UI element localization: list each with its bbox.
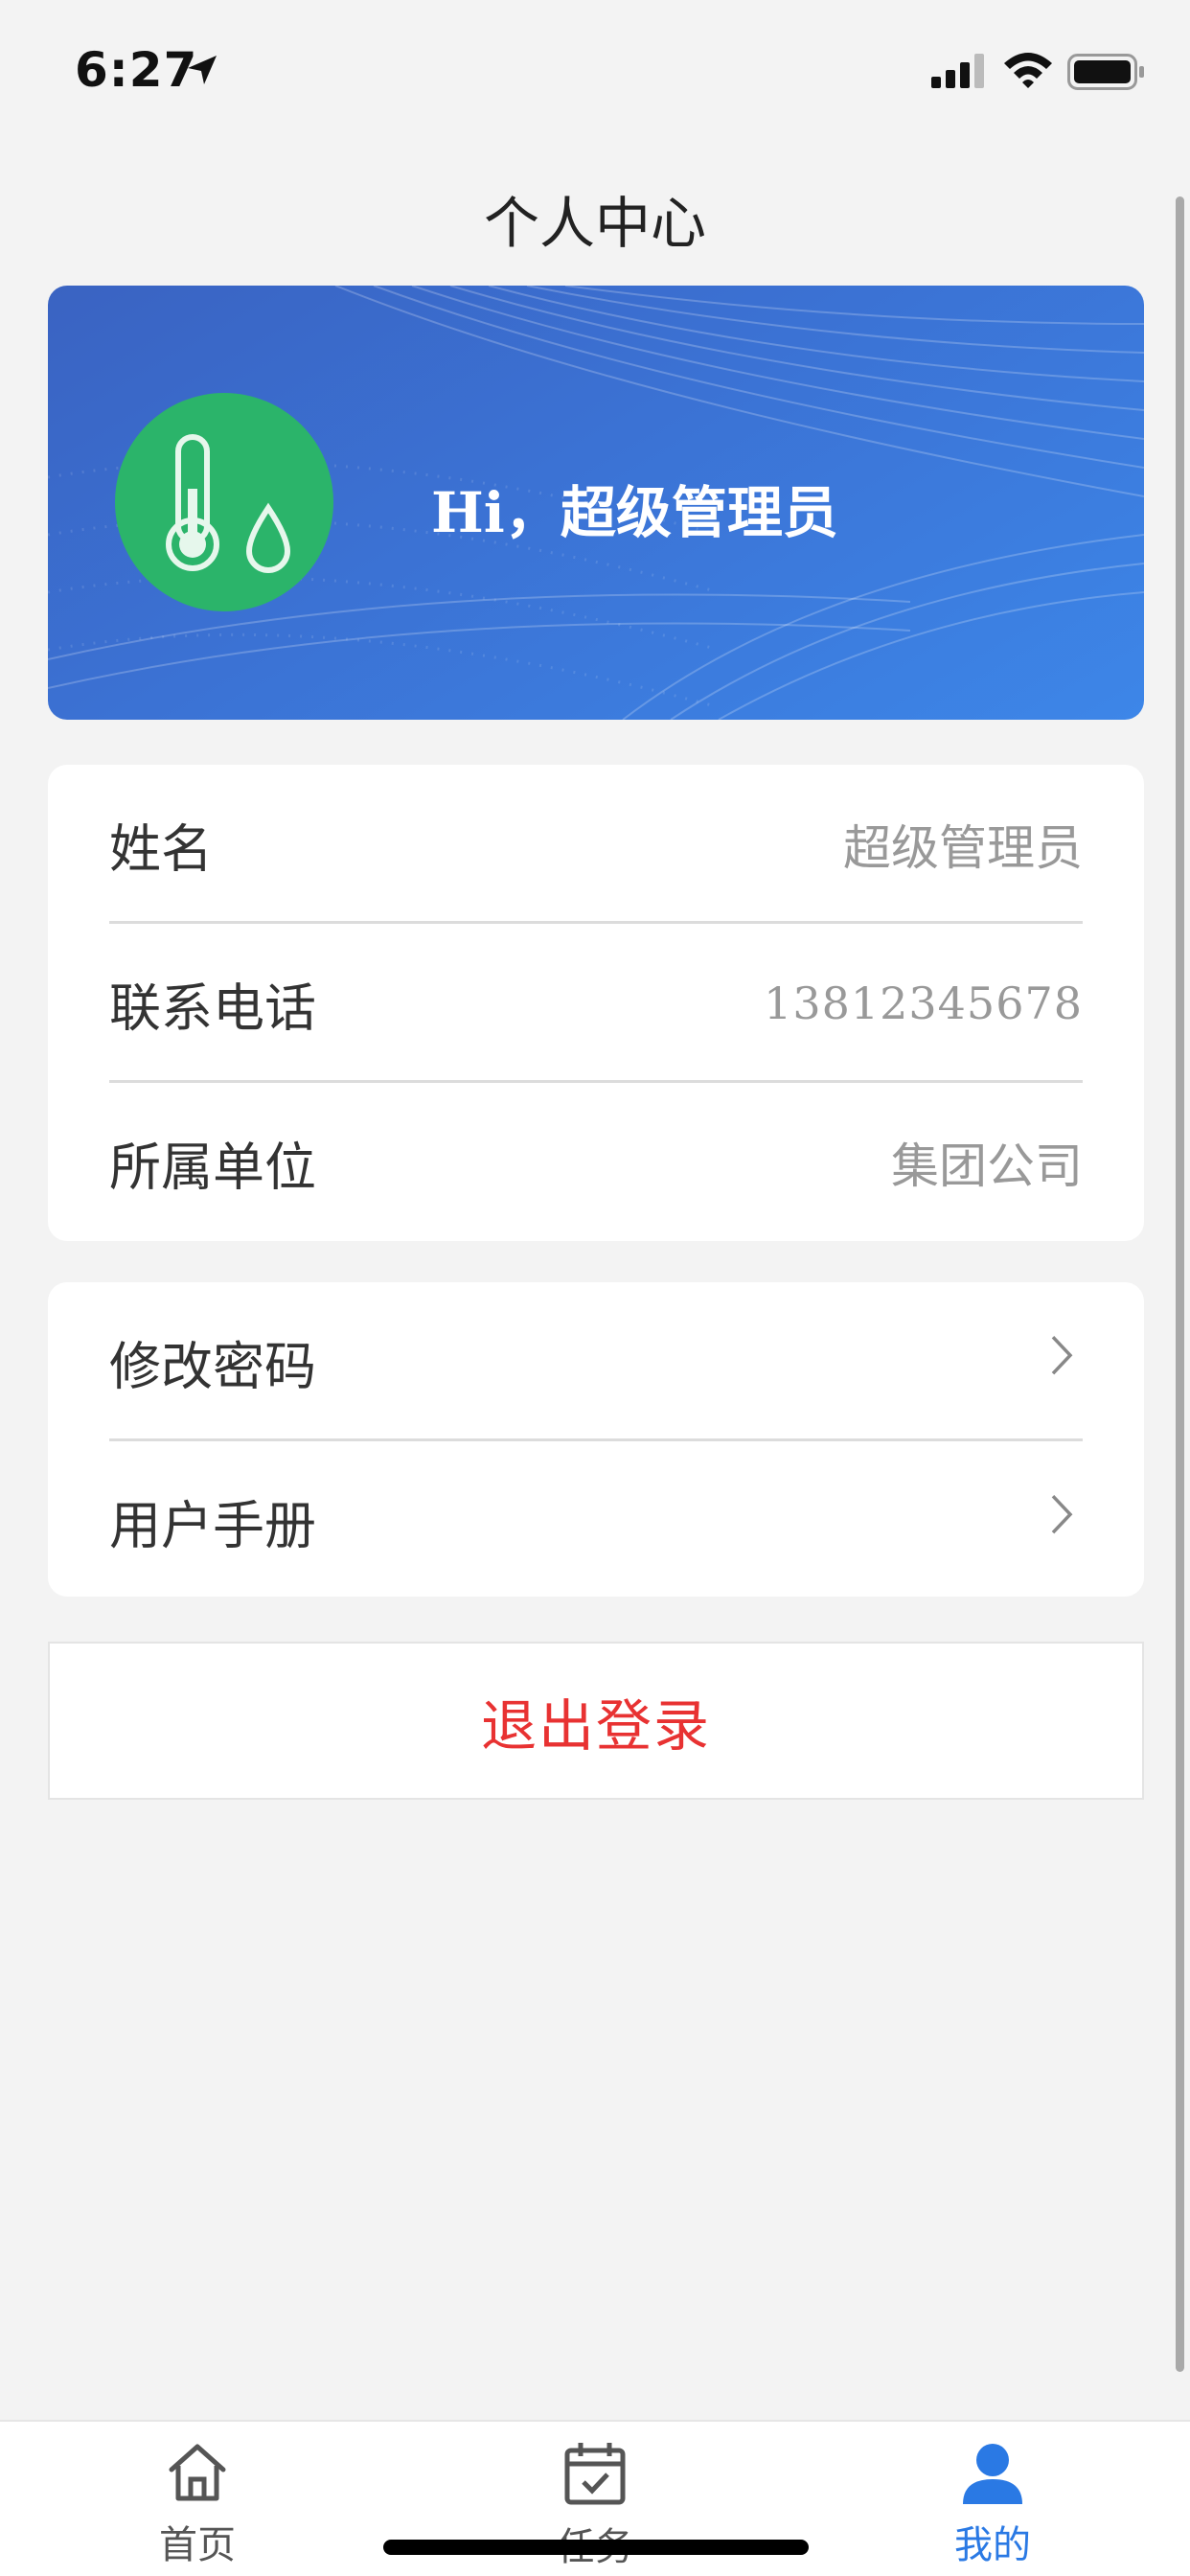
greeting-text: Hi，超级管理员 [431,480,838,545]
profile-banner: Hi，超级管理员 [48,286,1144,720]
chevron-right-icon [1050,1493,1073,1539]
phone-value: 13812345678 [764,978,1083,1029]
home-icon [164,2444,231,2510]
name-value: 超级管理员 [843,820,1083,876]
tab-home-label: 首页 [159,2523,236,2567]
user-manual-label: 用户手册 [109,1495,316,1556]
avatar[interactable] [115,393,333,611]
tab-mine-label: 我的 [954,2523,1031,2567]
tab-mine[interactable]: 我的 [897,2439,1088,2569]
change-password-item[interactable]: 修改密码 [48,1282,1144,1441]
status-time: 6:27 [75,42,198,98]
user-manual-item[interactable]: 用户手册 [48,1441,1144,1600]
phone-label: 联系电话 [109,978,316,1039]
wifi-icon [1002,50,1054,92]
logout-button[interactable]: 退出登录 [48,1642,1144,1800]
scroll-indicator[interactable] [1176,196,1184,2372]
chevron-right-icon [1050,1334,1073,1380]
unit-label: 所属单位 [109,1137,316,1198]
unit-value: 集团公司 [891,1138,1083,1194]
name-label: 姓名 [109,818,213,880]
settings-card: 修改密码 用户手册 [48,1282,1144,1597]
info-row-name: 姓名 超级管理员 [48,765,1144,924]
calendar-check-icon [561,2443,629,2512]
user-info-card: 姓名 超级管理员 联系电话 13812345678 所属单位 集团公司 [48,765,1144,1241]
status-bar: 6:27 [0,0,1190,144]
info-row-phone: 联系电话 13812345678 [48,924,1144,1083]
info-row-unit: 所属单位 集团公司 [48,1083,1144,1242]
thermometer-droplet-icon [166,434,291,573]
change-password-label: 修改密码 [109,1336,316,1397]
page-title: 个人中心 [483,191,706,256]
signal-icon [931,54,987,92]
location-arrow-icon [186,54,218,90]
tab-home[interactable]: 首页 [102,2439,293,2569]
home-indicator [383,2540,809,2555]
battery-icon [1067,54,1146,94]
user-icon [959,2444,1026,2510]
